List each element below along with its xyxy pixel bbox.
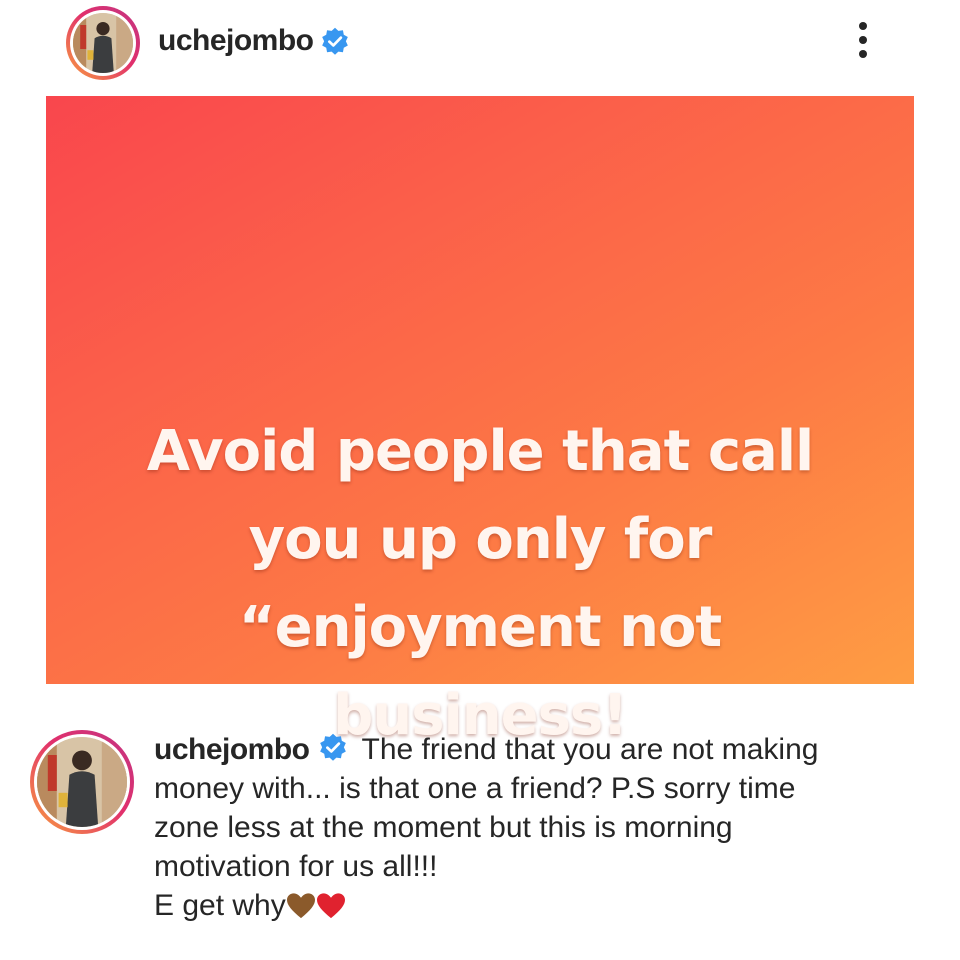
quote-line: Avoid people that call	[146, 419, 814, 484]
caption-text: zone less at the moment but this is morn…	[154, 811, 733, 844]
avatar-photo	[37, 737, 127, 827]
more-options-icon[interactable]	[848, 22, 878, 62]
caption-text: E get why	[154, 889, 286, 922]
verified-badge-icon	[320, 27, 350, 57]
post-header: uchejombo	[0, 0, 960, 92]
caption-text: motivation for us all!!!	[154, 850, 438, 883]
red-heart-icon	[316, 892, 346, 920]
quote-line: “enjoyment not	[238, 595, 722, 660]
post-image[interactable]: Avoid people that call you up only for “…	[46, 96, 914, 748]
header-avatar[interactable]	[66, 6, 140, 80]
brown-heart-icon	[286, 892, 316, 920]
caption-avatar[interactable]	[30, 730, 134, 834]
instagram-post: uchejombo Avoid people that call you up …	[0, 0, 960, 960]
caption-text: money with... is that one a friend? P.S …	[154, 772, 796, 805]
caption-text: The friend that you are not making	[361, 733, 819, 766]
caption: uchejombo The friend that you are not ma…	[154, 730, 924, 925]
header-username[interactable]: uchejombo	[158, 24, 314, 58]
caption-username[interactable]: uchejombo	[154, 733, 310, 766]
caption-first-line: uchejombo The friend that you are not ma…	[154, 730, 924, 769]
caption-last-line: E get why	[154, 886, 924, 925]
quote-text: Avoid people that call you up only for “…	[46, 408, 914, 760]
avatar-photo	[73, 13, 133, 73]
quote-line: you up only for	[248, 507, 713, 572]
verified-badge-icon	[318, 733, 348, 763]
